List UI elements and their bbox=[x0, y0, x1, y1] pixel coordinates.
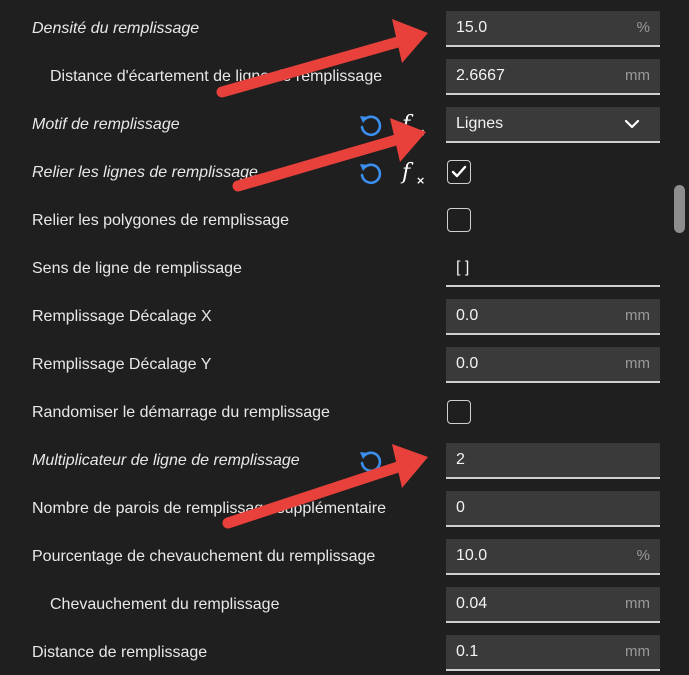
setting-value: 0.04 bbox=[456, 595, 488, 612]
setting-row-densite-du-remplissage: Densité du remplissage 15.0% bbox=[0, 5, 689, 53]
setting-input[interactable]: 0.1 mm bbox=[446, 635, 660, 671]
setting-input[interactable]: 2.6667 mm bbox=[446, 59, 660, 95]
setting-label: Randomiser le démarrage du remplissage bbox=[32, 404, 330, 421]
scrollbar[interactable] bbox=[672, 0, 689, 675]
setting-row-nombre-de-parois-de-remplissage-supplementaire: Nombre de parois de remplissage suppléme… bbox=[0, 485, 689, 533]
setting-row-remplissage-decalage-x: Remplissage Décalage X 0.0 mm bbox=[0, 293, 689, 341]
scrollbar-thumb[interactable] bbox=[674, 185, 685, 233]
setting-label: Multiplicateur de ligne de remplissage bbox=[32, 452, 300, 469]
setting-label: Distance de remplissage bbox=[32, 644, 208, 661]
setting-unit: % bbox=[636, 19, 650, 36]
setting-input[interactable]: [ ] bbox=[446, 251, 660, 287]
setting-label: Sens de ligne de remplissage bbox=[32, 260, 242, 277]
function-icon[interactable]: f × bbox=[402, 159, 428, 187]
setting-label: Relier les polygones de remplissage bbox=[32, 212, 290, 229]
setting-input[interactable]: 0.0 mm bbox=[446, 299, 660, 335]
setting-unit: mm bbox=[625, 643, 650, 660]
setting-unit: mm bbox=[625, 67, 650, 84]
setting-row-pourcentage-de-chevauchement-du-remplissage: Pourcentage de chevauchement du rempliss… bbox=[0, 533, 689, 581]
setting-input[interactable]: 0.04 mm bbox=[446, 587, 660, 623]
setting-input[interactable]: 2 bbox=[446, 443, 660, 479]
setting-label: Relier les lignes de remplissage bbox=[32, 164, 258, 181]
setting-row-distance-d-ecartement-de-ligne-de-remplissage: Distance d'écartement de ligne de rempli… bbox=[0, 53, 689, 101]
setting-label: Pourcentage de chevauchement du rempliss… bbox=[32, 548, 376, 565]
setting-value: 2.6667 bbox=[456, 67, 505, 84]
setting-label: Chevauchement du remplissage bbox=[50, 596, 280, 613]
chevron-down-icon bbox=[624, 119, 640, 129]
check-icon bbox=[451, 165, 467, 178]
setting-label: Distance d'écartement de ligne de rempli… bbox=[50, 68, 383, 85]
setting-label: Nombre de parois de remplissage suppléme… bbox=[32, 500, 386, 517]
setting-value: [ ] bbox=[456, 259, 470, 276]
setting-input[interactable]: 10.0% bbox=[446, 539, 660, 575]
setting-row-relier-les-lignes-de-remplissage: Relier les lignes de remplissage f × bbox=[0, 149, 689, 197]
setting-label: Remplissage Décalage Y bbox=[32, 356, 212, 373]
setting-value: 15.0 bbox=[456, 19, 488, 36]
setting-value: 0.0 bbox=[456, 307, 479, 324]
setting-value: 0 bbox=[456, 499, 465, 516]
setting-row-randomiser-le-demarrage-du-remplissage: Randomiser le démarrage du remplissage bbox=[0, 389, 689, 437]
setting-label: Densité du remplissage bbox=[32, 20, 200, 37]
function-icon[interactable]: f × bbox=[402, 111, 428, 139]
reset-icon[interactable] bbox=[357, 449, 383, 475]
setting-row-remplissage-decalage-y: Remplissage Décalage Y 0.0 mm bbox=[0, 341, 689, 389]
setting-checkbox[interactable] bbox=[447, 208, 471, 232]
setting-unit: mm bbox=[625, 307, 650, 324]
setting-unit: mm bbox=[625, 355, 650, 372]
setting-row-chevauchement-du-remplissage: Chevauchement du remplissage 0.04 mm bbox=[0, 581, 689, 629]
setting-value: 10.0 bbox=[456, 547, 488, 564]
setting-label: Motif de remplissage bbox=[32, 116, 180, 133]
setting-input[interactable]: 0.0 mm bbox=[446, 347, 660, 383]
infill-settings-panel: Densité du remplissage 15.0% Distance d'éc… bbox=[0, 5, 689, 675]
setting-checkbox[interactable] bbox=[447, 160, 471, 184]
setting-row-motif-de-remplissage: Motif de remplissage f × Lignes bbox=[0, 101, 689, 149]
reset-icon[interactable] bbox=[357, 113, 383, 139]
setting-input[interactable]: 15.0% bbox=[446, 11, 660, 47]
setting-checkbox[interactable] bbox=[447, 400, 471, 424]
setting-label: Remplissage Décalage X bbox=[32, 308, 212, 325]
setting-unit: % bbox=[636, 547, 650, 564]
setting-row-multiplicateur-de-ligne-de-remplissage: Multiplicateur de ligne de remplissage 2 bbox=[0, 437, 689, 485]
setting-row-sens-de-ligne-de-remplissage: Sens de ligne de remplissage [ ] bbox=[0, 245, 689, 293]
setting-value: 2 bbox=[456, 451, 465, 468]
setting-value: 0.1 bbox=[456, 643, 479, 660]
setting-row-distance-de-remplissage: Distance de remplissage 0.1 mm bbox=[0, 629, 689, 675]
setting-input[interactable]: 0 bbox=[446, 491, 660, 527]
setting-value: Lignes bbox=[456, 115, 504, 132]
setting-row-relier-les-polygones-de-remplissage: Relier les polygones de remplissage bbox=[0, 197, 689, 245]
reset-icon[interactable] bbox=[357, 161, 383, 187]
setting-unit: mm bbox=[625, 595, 650, 612]
setting-value: 0.0 bbox=[456, 355, 479, 372]
setting-select[interactable]: Lignes bbox=[446, 107, 660, 143]
